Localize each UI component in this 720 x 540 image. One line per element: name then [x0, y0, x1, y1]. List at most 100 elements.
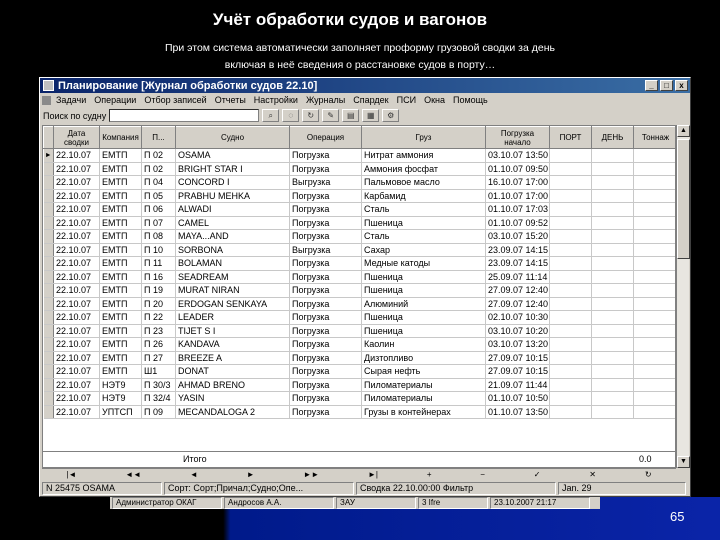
cell-empty[interactable]: [633, 162, 675, 176]
cell-loading-start[interactable]: 27.09.07 10:15: [485, 351, 550, 365]
cell-berth[interactable]: П 27: [141, 351, 176, 365]
row-indicator[interactable]: [43, 405, 54, 419]
cell-vessel[interactable]: SEADREAM: [175, 270, 290, 284]
cell-berth[interactable]: П 11: [141, 256, 176, 271]
row-indicator[interactable]: [43, 351, 54, 365]
cell-cargo[interactable]: Сталь: [361, 202, 486, 217]
cell-loading-start[interactable]: 23.09.07 14:15: [485, 243, 550, 257]
cell-empty[interactable]: [591, 364, 634, 379]
cell-company[interactable]: ЕМТП: [99, 270, 142, 284]
add-record-icon[interactable]: +: [427, 470, 432, 479]
cell-date[interactable]: 22.10.07: [53, 391, 100, 406]
cell-cargo[interactable]: Пшеница: [361, 216, 486, 230]
cell-date[interactable]: 22.10.07: [53, 337, 100, 352]
cell-cargo[interactable]: Медные катоды: [361, 256, 486, 271]
cell-loading-start[interactable]: 27.09.07 12:40: [485, 283, 550, 298]
cell-operation[interactable]: Выгрузка: [289, 243, 362, 257]
find-icon[interactable]: ⌕: [262, 109, 280, 122]
cell-cargo[interactable]: Сталь: [361, 229, 486, 244]
cell-empty[interactable]: [591, 270, 634, 284]
cell-cargo[interactable]: Нитрат аммония: [361, 148, 486, 163]
cell-operation[interactable]: Погрузка: [289, 148, 362, 163]
cell-date[interactable]: 22.10.07: [53, 310, 100, 325]
cell-company[interactable]: ЕМТП: [99, 216, 142, 230]
cell-cargo[interactable]: Аммония фосфат: [361, 162, 486, 176]
cell-empty[interactable]: [591, 148, 634, 163]
cell-cargo[interactable]: Сахар: [361, 243, 486, 257]
cell-operation[interactable]: Выгрузка: [289, 175, 362, 190]
cell-company[interactable]: ЕМТП: [99, 364, 142, 379]
table-row[interactable]: 22.10.07 ЕМТП П 19 MURAT NIRAN Погрузка Пшени…: [43, 283, 675, 298]
cell-date[interactable]: 22.10.07: [53, 270, 100, 284]
cell-empty[interactable]: [549, 283, 592, 298]
row-indicator[interactable]: [43, 324, 54, 338]
table-row[interactable]: 22.10.07 ЕМТП П 20 ERDOGAN SENKAYA Погрузка А…: [43, 297, 675, 311]
cell-operation[interactable]: Погрузка: [289, 189, 362, 203]
cell-cargo[interactable]: Пшеница: [361, 310, 486, 325]
row-indicator[interactable]: [43, 189, 54, 203]
menu-item-help[interactable]: Помощь: [449, 95, 492, 105]
cell-vessel[interactable]: TIJET S I: [175, 324, 290, 338]
cell-vessel[interactable]: LEADER: [175, 310, 290, 325]
clear-icon[interactable]: ◌: [282, 109, 300, 122]
prev-record-icon[interactable]: ◄: [190, 470, 198, 479]
cell-loading-start[interactable]: 03.10.07 10:20: [485, 324, 550, 338]
cell-empty[interactable]: [633, 297, 675, 311]
cell-berth[interactable]: П 05: [141, 189, 176, 203]
row-indicator[interactable]: [43, 283, 54, 298]
cell-company[interactable]: НЭТ9: [99, 391, 142, 406]
cell-empty[interactable]: [591, 229, 634, 244]
header-cargo[interactable]: Груз: [361, 126, 486, 149]
cell-operation[interactable]: Погрузка: [289, 297, 362, 311]
cell-company[interactable]: ЕМТП: [99, 243, 142, 257]
cell-empty[interactable]: [591, 283, 634, 298]
header-date[interactable]: Дата сводки: [53, 126, 100, 149]
cell-empty[interactable]: [633, 378, 675, 392]
cell-vessel[interactable]: SORBONA: [175, 243, 290, 257]
post-icon[interactable]: ✓: [534, 470, 541, 479]
table-row[interactable]: 22.10.07 ЕМТП П 16 SEADREAM Погрузка Пшеница 2…: [43, 270, 675, 284]
row-indicator[interactable]: [43, 270, 54, 284]
table-row[interactable]: 22.10.07 НЭТ9 П 30/3 AHMAD BRENO Погрузка Пил…: [43, 378, 675, 392]
cell-date[interactable]: 22.10.07: [53, 297, 100, 311]
cell-vessel[interactable]: CONCORD I: [175, 175, 290, 190]
cell-empty[interactable]: [549, 391, 592, 406]
cell-empty[interactable]: [633, 337, 675, 352]
cell-loading-start[interactable]: 23.09.07 14:15: [485, 256, 550, 271]
cell-loading-start[interactable]: 03.10.07 13:50: [485, 148, 550, 163]
cell-empty[interactable]: [591, 243, 634, 257]
table-row[interactable]: 22.10.07 ЕМТП П 27 BREEZE A Погрузка Дизтопли…: [43, 351, 675, 365]
search-input[interactable]: [109, 109, 260, 122]
cell-company[interactable]: ЕМТП: [99, 283, 142, 298]
cell-vessel[interactable]: BOLAMAN: [175, 256, 290, 271]
row-indicator[interactable]: [43, 256, 54, 271]
table-row[interactable]: 22.10.07 ЕМТП П 26 KANDAVA Погрузка Каолин 03.…: [43, 337, 675, 352]
cell-empty[interactable]: [549, 378, 592, 392]
header-berth[interactable]: П...: [141, 126, 176, 149]
cell-operation[interactable]: Погрузка: [289, 256, 362, 271]
cell-loading-start[interactable]: 01.10.07 13:50: [485, 405, 550, 419]
cell-date[interactable]: 22.10.07: [53, 229, 100, 244]
menu-item-psi[interactable]: ПСИ: [393, 95, 420, 105]
cell-company[interactable]: ЕМТП: [99, 256, 142, 271]
table-row[interactable]: 22.10.07 ЕМТП П 08 MAYA...AND Погрузка Сталь 0…: [43, 229, 675, 244]
table-row[interactable]: 22.10.07 ЕМТП П 07 CAMEL Погрузка Пшеница 01.1…: [43, 216, 675, 230]
cell-date[interactable]: 22.10.07: [53, 162, 100, 176]
cell-date[interactable]: 22.10.07: [53, 189, 100, 203]
cell-company[interactable]: УПТСП: [99, 405, 142, 419]
cell-cargo[interactable]: Дизтопливо: [361, 351, 486, 365]
cell-berth[interactable]: П 22: [141, 310, 176, 325]
cell-berth[interactable]: П 23: [141, 324, 176, 338]
cell-operation[interactable]: Погрузка: [289, 351, 362, 365]
header-vessel[interactable]: Судно: [175, 126, 290, 149]
cell-operation[interactable]: Погрузка: [289, 283, 362, 298]
cell-empty[interactable]: [633, 310, 675, 325]
cell-operation[interactable]: Погрузка: [289, 310, 362, 325]
cell-loading-start[interactable]: 27.09.07 12:40: [485, 297, 550, 311]
cell-empty[interactable]: [591, 189, 634, 203]
cell-berth[interactable]: П 16: [141, 270, 176, 284]
menu-item-spardek[interactable]: Спардек: [349, 95, 392, 105]
menu-item-filter[interactable]: Отбор записей: [140, 95, 210, 105]
cell-operation[interactable]: Погрузка: [289, 162, 362, 176]
cell-empty[interactable]: [549, 364, 592, 379]
